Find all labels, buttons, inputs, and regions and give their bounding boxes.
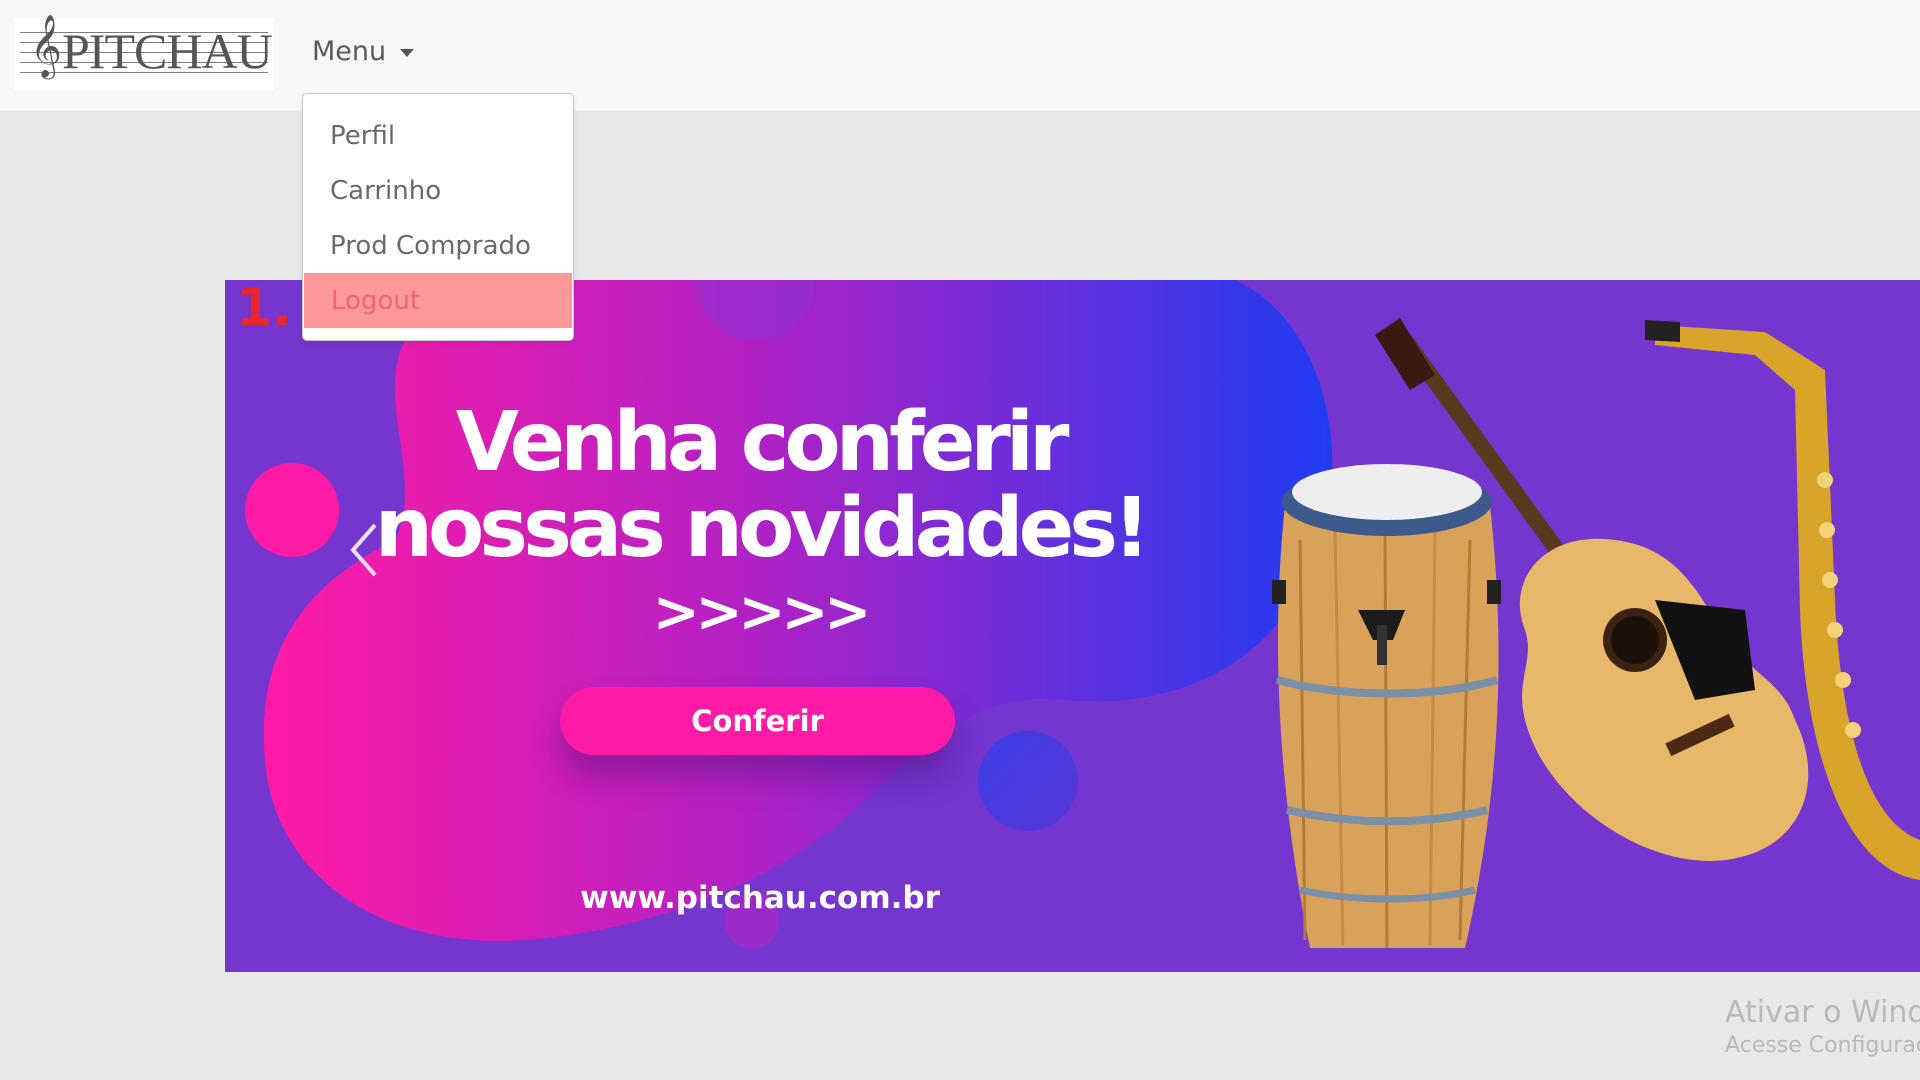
menu-dropdown: Perfil Carrinho Prod Comprado Logout: [302, 93, 574, 341]
menu-item-carrinho[interactable]: Carrinho: [303, 163, 573, 218]
decor-circle: [978, 731, 1078, 831]
headline-line-1: Venha conferir: [455, 395, 1070, 490]
arrows-decoration: >>>>>: [652, 580, 872, 645]
brand-logo[interactable]: 𝄞 PITCHAU: [14, 18, 274, 90]
watermark-line-1: Ativar o Windows: [1725, 995, 1920, 1030]
website-url: www.pitchau.com.br: [580, 880, 940, 916]
annotation-marker: 1.: [236, 278, 292, 338]
menu-dropdown-toggle[interactable]: Menu: [312, 36, 415, 67]
conga-drum-image: [1272, 464, 1501, 949]
menu-label: Menu: [312, 36, 387, 67]
banner-headline: Venha conferir nossas novidades!: [225, 400, 1295, 572]
windows-activation-watermark: Ativar o Windows Acesse Configurações: [1725, 995, 1920, 1061]
menu-item-perfil[interactable]: Perfil: [303, 108, 573, 163]
promo-banner: Venha conferir nossas novidades! >>>>> C…: [225, 280, 1920, 972]
treble-clef-icon: 𝄞: [30, 14, 62, 77]
menu-item-logout[interactable]: Logout: [304, 273, 572, 328]
conferir-button[interactable]: Conferir: [560, 687, 955, 755]
watermark-line-2: Acesse Configurações: [1725, 1033, 1920, 1058]
caret-down-icon: [400, 49, 415, 57]
navbar: 𝄞 PITCHAU Menu: [0, 0, 1920, 111]
logo-wordmark: PITCHAU: [62, 23, 273, 79]
menu-item-prod-comprado[interactable]: Prod Comprado: [303, 218, 573, 273]
headline-line-2: nossas novidades!: [374, 481, 1151, 576]
